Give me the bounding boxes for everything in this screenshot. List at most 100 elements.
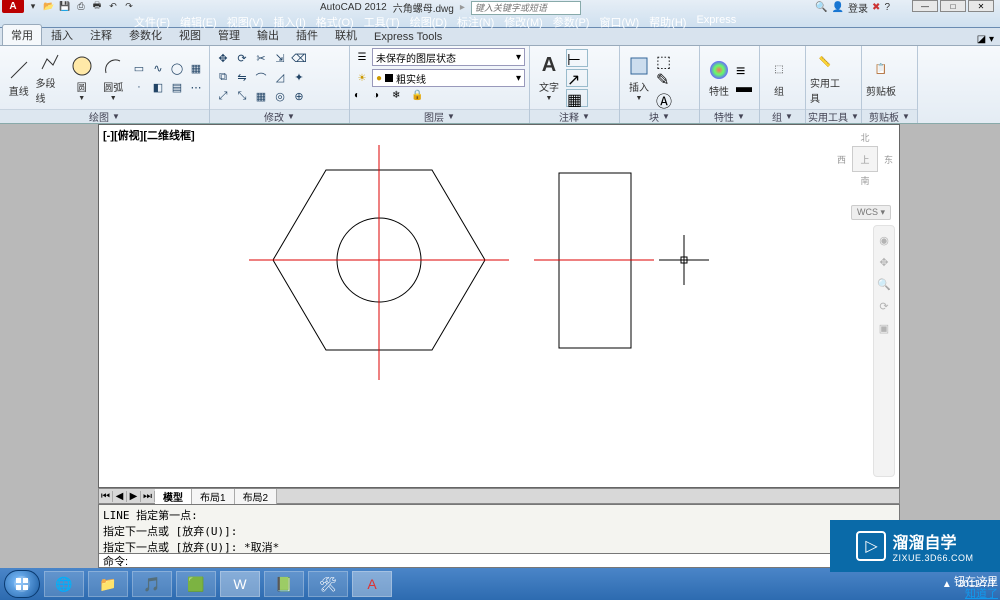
text-button[interactable]: A文字▼ bbox=[534, 54, 564, 102]
mirror-icon[interactable]: ⇋ bbox=[233, 69, 251, 87]
app-logo[interactable]: A bbox=[2, 0, 24, 13]
attr-block-icon[interactable]: Ⓐ bbox=[656, 88, 674, 104]
nav-pan-icon[interactable]: ✥ bbox=[876, 254, 892, 270]
taskbar-app2[interactable]: 📗 bbox=[264, 571, 304, 597]
taskbar-ie[interactable]: 🌐 bbox=[44, 571, 84, 597]
region-icon[interactable]: ◧ bbox=[149, 78, 167, 96]
menu-insert[interactable]: 插入(I) bbox=[269, 14, 309, 28]
layout-first-icon[interactable]: ⏮ bbox=[99, 491, 113, 502]
line-button[interactable]: 直线 bbox=[4, 58, 34, 98]
signin-label[interactable]: 登录 bbox=[848, 0, 868, 15]
menu-dim[interactable]: 标注(N) bbox=[453, 14, 498, 28]
bylayer-icon[interactable]: ▬ bbox=[736, 79, 752, 93]
taskbar-autocad[interactable]: A bbox=[352, 571, 392, 597]
infocenter-icon[interactable]: 🔍 bbox=[815, 2, 827, 13]
corner-link[interactable]: 知道了 bbox=[965, 588, 998, 600]
layout-model[interactable]: 模型 bbox=[155, 489, 192, 504]
close-button[interactable]: ✕ bbox=[968, 0, 994, 12]
viewcube[interactable]: 北 西上东 南 bbox=[837, 131, 893, 201]
tab-express[interactable]: Express Tools bbox=[366, 29, 450, 45]
more-draw-icon[interactable]: ⋯ bbox=[187, 78, 205, 96]
array-icon[interactable]: ▦ bbox=[252, 88, 270, 106]
copy-icon[interactable]: ⧉ bbox=[214, 69, 232, 87]
exchange-icon[interactable]: ✖ bbox=[872, 2, 880, 13]
taskbar-app3[interactable]: 🛠 bbox=[308, 571, 348, 597]
layer-combo[interactable]: ●粗实线▾ bbox=[372, 69, 525, 87]
rotate-icon[interactable]: ⟳ bbox=[233, 50, 251, 68]
search-input[interactable] bbox=[471, 1, 581, 15]
tab-home[interactable]: 常用 bbox=[2, 24, 42, 45]
match-prop-icon[interactable]: ≡ bbox=[736, 63, 752, 77]
explode-icon[interactable]: ✦ bbox=[290, 69, 308, 87]
menu-express[interactable]: Express bbox=[692, 14, 740, 28]
move-icon[interactable]: ✥ bbox=[214, 50, 232, 68]
rectangle-icon[interactable]: ▭ bbox=[130, 59, 148, 77]
nav-showmotion-icon[interactable]: ▣ bbox=[876, 320, 892, 336]
point-icon[interactable]: · bbox=[130, 78, 148, 96]
group-button[interactable]: ⬚组 bbox=[764, 58, 794, 98]
nav-wheel-icon[interactable]: ◉ bbox=[876, 232, 892, 248]
extend-icon[interactable]: ⇲ bbox=[271, 50, 289, 68]
menu-param[interactable]: 参数(P) bbox=[549, 14, 594, 28]
insert-block-button[interactable]: 插入▼ bbox=[624, 54, 654, 102]
tray-flag-icon[interactable]: ▲ bbox=[942, 579, 952, 590]
signin-icon[interactable]: 👤 bbox=[832, 2, 844, 13]
open-icon[interactable]: 📂 bbox=[42, 0, 56, 12]
stretch-icon[interactable]: ⤢ bbox=[214, 88, 232, 106]
save-icon[interactable]: 💾 bbox=[58, 0, 72, 12]
layout-prev-icon[interactable]: ◀ bbox=[113, 491, 127, 502]
tab-annotate[interactable]: 注释 bbox=[82, 25, 120, 45]
layout-last-icon[interactable]: ⏭ bbox=[141, 491, 155, 502]
new-icon[interactable]: ▾ bbox=[26, 0, 40, 12]
table-ann-icon[interactable]: ▦ bbox=[566, 89, 588, 107]
menu-tools[interactable]: 工具(T) bbox=[360, 14, 404, 28]
layerstate-icon[interactable]: ☰ bbox=[354, 52, 370, 63]
taskbar-app1[interactable]: 🟩 bbox=[176, 571, 216, 597]
menu-window[interactable]: 窗口(W) bbox=[595, 14, 643, 28]
trim-icon[interactable]: ✂ bbox=[252, 50, 270, 68]
ribbon-collapse-icon[interactable]: ◪ ▾ bbox=[977, 34, 994, 45]
start-button[interactable] bbox=[4, 570, 40, 598]
utilities-button[interactable]: 📏实用工具 bbox=[810, 50, 840, 105]
help-icon[interactable]: ? bbox=[884, 2, 890, 13]
edit-block-icon[interactable]: ✎ bbox=[656, 70, 674, 86]
menu-help[interactable]: 帮助(H) bbox=[645, 14, 690, 28]
table-icon[interactable]: ▤ bbox=[168, 78, 186, 96]
menu-modify[interactable]: 修改(M) bbox=[500, 14, 547, 28]
undo-icon[interactable]: ↶ bbox=[106, 0, 120, 12]
clipboard-button[interactable]: 📋剪贴板 bbox=[866, 58, 896, 98]
layerprops-icon[interactable]: ☀ bbox=[354, 73, 370, 84]
layer-lock-icon[interactable]: 🔒 bbox=[411, 90, 427, 101]
layer-iso-icon[interactable]: ◐ bbox=[354, 90, 370, 101]
spline-icon[interactable]: ∿ bbox=[149, 59, 167, 77]
arc-button[interactable]: 圆弧▼ bbox=[99, 54, 129, 102]
taskbar-word[interactable]: W bbox=[220, 571, 260, 597]
menu-draw[interactable]: 绘图(D) bbox=[406, 14, 451, 28]
chamfer-icon[interactable]: ◿ bbox=[271, 69, 289, 87]
leader-icon[interactable]: ↗ bbox=[566, 69, 588, 87]
hatch-icon[interactable]: ▦ bbox=[187, 59, 205, 77]
layout-1[interactable]: 布局1 bbox=[192, 489, 235, 504]
fillet-icon[interactable]: ⌒ bbox=[252, 69, 270, 87]
menu-edit[interactable]: 编辑(E) bbox=[176, 14, 221, 28]
menu-file[interactable]: 文件(F) bbox=[130, 14, 174, 28]
layer-state-combo[interactable]: 未保存的图层状态▾ bbox=[372, 48, 525, 66]
redo-icon[interactable]: ↷ bbox=[122, 0, 136, 12]
taskbar-explorer[interactable]: 📁 bbox=[88, 571, 128, 597]
circle-button[interactable]: 圆▼ bbox=[67, 54, 97, 102]
tab-insert[interactable]: 插入 bbox=[43, 25, 81, 45]
layer-freeze-icon[interactable]: ❄ bbox=[392, 90, 408, 101]
drawing-area[interactable]: [-][俯视][二维线框] bbox=[98, 124, 900, 488]
viewcube-top[interactable]: 上 bbox=[852, 146, 878, 172]
erase-icon[interactable]: ⌫ bbox=[290, 50, 308, 68]
saveas-icon[interactable]: ⎙ bbox=[74, 0, 88, 12]
properties-button[interactable]: 特性 bbox=[704, 58, 734, 98]
menu-format[interactable]: 格式(O) bbox=[312, 14, 358, 28]
layout-next-icon[interactable]: ▶ bbox=[127, 491, 141, 502]
plot-icon[interactable]: 🖶 bbox=[90, 0, 104, 12]
ellipse-icon[interactable]: ◯ bbox=[168, 59, 186, 77]
maximize-button[interactable]: □ bbox=[940, 0, 966, 12]
command-input[interactable]: 命令: bbox=[98, 554, 900, 568]
polyline-button[interactable]: 多段线 bbox=[36, 50, 66, 105]
taskbar-media[interactable]: 🎵 bbox=[132, 571, 172, 597]
